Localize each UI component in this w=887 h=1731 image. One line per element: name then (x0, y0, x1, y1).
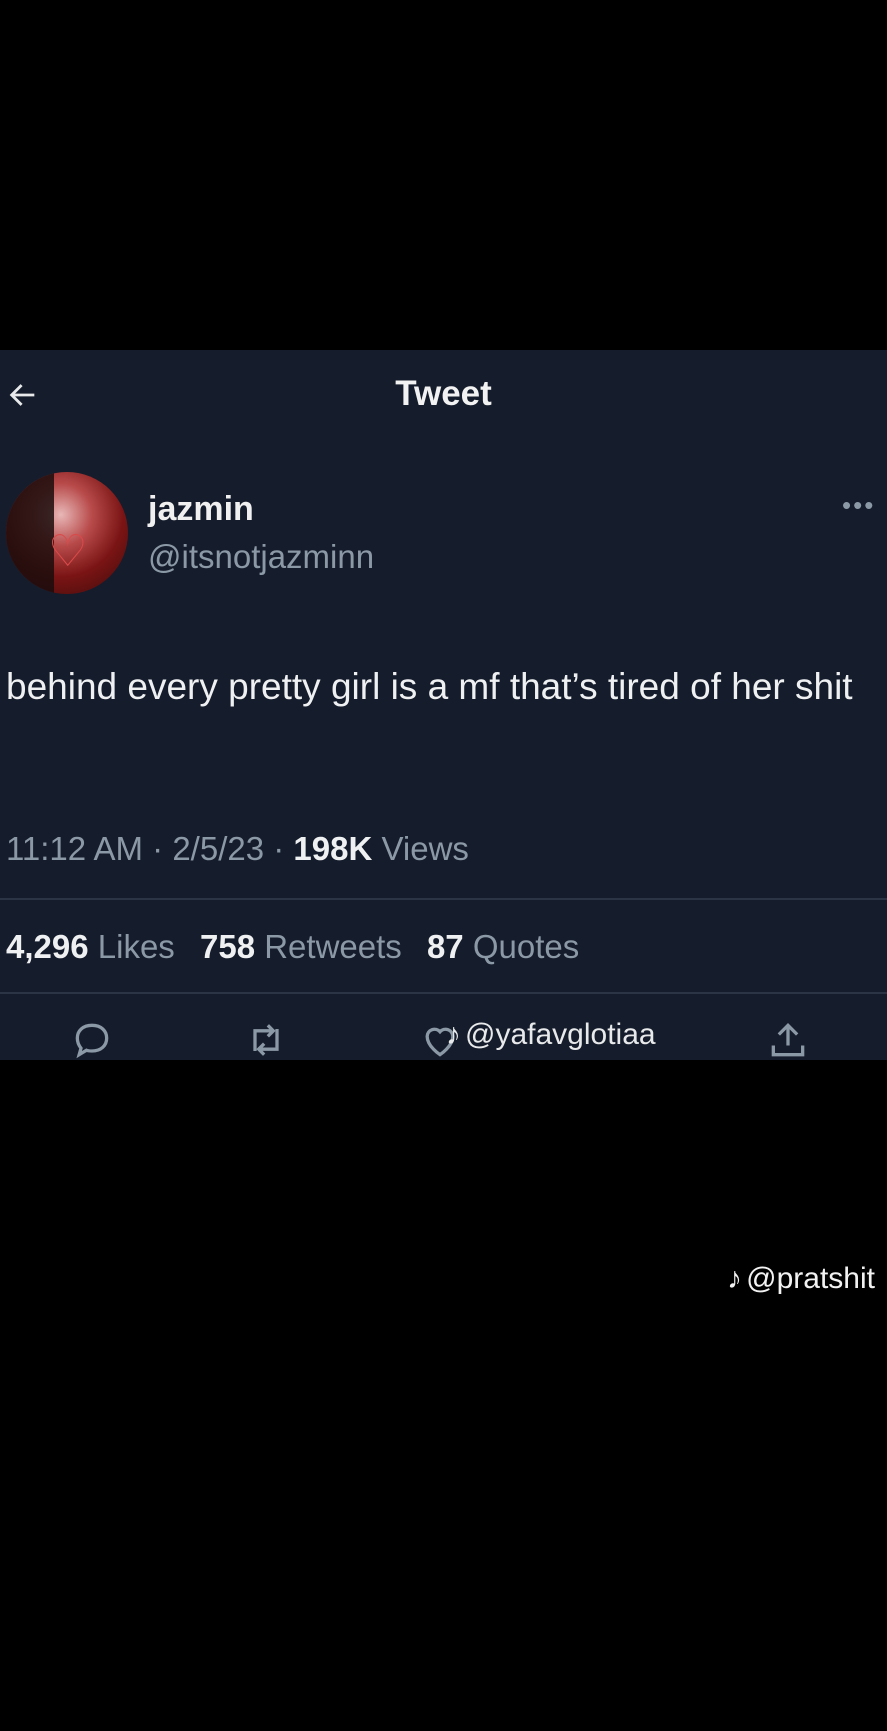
likes-count[interactable]: 4,296 (6, 928, 89, 965)
views-count: 198K (293, 830, 373, 867)
author-handle: @itsnotjazminn (148, 538, 375, 575)
author-name[interactable]: jazmin (148, 490, 254, 529)
views-label: Views (381, 830, 469, 867)
divider (0, 992, 887, 994)
retweets-count[interactable]: 758 (200, 928, 255, 965)
watermark-overlay: ♪ @yafavglotiaa (446, 1018, 656, 1051)
tiktok-icon: ♪ (727, 1262, 743, 1295)
avatar[interactable]: ♡ (6, 472, 128, 594)
tweet-time: 11:12 AM (6, 830, 143, 867)
quotes-count[interactable]: 87 (427, 928, 464, 965)
tweet-card: Tweet ♡ jazmin @itsnotjazminn ••• behind… (0, 350, 887, 1060)
tweet-meta: 11:12 AM · 2/5/23 · 198K Views (6, 830, 469, 867)
likes-label: Likes (97, 928, 175, 965)
tweet-text: behind every pretty girl is a mf that’s … (6, 666, 853, 707)
divider (0, 898, 887, 900)
page-title: Tweet (395, 374, 492, 413)
quotes-label: Quotes (472, 928, 580, 965)
share-icon[interactable] (766, 1018, 810, 1060)
tweet-date: 2/5/23 (172, 830, 265, 867)
heart-shape: ♡ (48, 527, 88, 576)
retweets-label: Retweets (264, 928, 402, 965)
reply-icon[interactable] (70, 1018, 114, 1060)
tiktok-icon: ♪ (446, 1018, 461, 1051)
retweet-icon[interactable] (244, 1018, 288, 1060)
top-bar: Tweet (0, 350, 887, 440)
engagement-stats: 4,296 Likes 758 Retweets 87 Quotes (6, 928, 579, 966)
watermark-bottom: ♪ @pratshit (727, 1262, 875, 1295)
more-options-icon[interactable]: ••• (842, 490, 875, 521)
